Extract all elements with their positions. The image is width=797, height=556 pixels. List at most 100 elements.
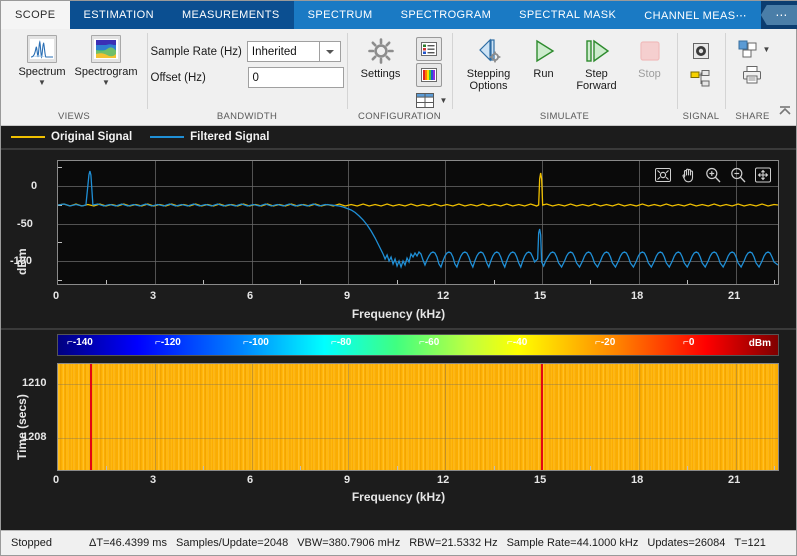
ticklet [687, 466, 688, 470]
pan-hand-icon[interactable] [677, 165, 699, 185]
cursor-measure-icon[interactable] [652, 165, 674, 185]
settings-button[interactable]: Settings [352, 34, 410, 80]
plot-legend: Original Signal Filtered Signal [1, 126, 796, 148]
print-icon[interactable] [739, 64, 765, 86]
colorbar-tick-7: ⌐0 [683, 337, 694, 348]
zoom-out-icon[interactable] [727, 165, 749, 185]
ribbon-group-views: Spectrum ▼ [1, 29, 147, 125]
spectrum-xlabel: Frequency (kHz) [1, 307, 796, 321]
layout-grid-icon[interactable] [412, 89, 438, 111]
spectrogram-colorbar[interactable]: ⌐-140 ⌐-120 ⌐-100 ⌐-80 ⌐-60 ⌐-40 ⌐-20 ⌐0… [57, 334, 779, 358]
zoom-in-icon[interactable] [702, 165, 724, 185]
signal-selector-icon[interactable] [688, 40, 714, 62]
tab-spectral-mask[interactable]: SPECTRAL MASK [505, 1, 630, 29]
legend-item-original[interactable]: Original Signal [11, 131, 132, 143]
ribbon-group-signal: SIGNAL [677, 29, 725, 125]
tab-group-primary: SCOPE ESTIMATION MEASUREMENTS [1, 1, 294, 29]
colorbar-tick-6: ⌐-20 [595, 337, 615, 348]
sample-rate-input[interactable]: Inherited [247, 41, 319, 62]
colorbar-tick-0: ⌐-140 [67, 337, 93, 348]
ticklet [397, 466, 398, 470]
tab-label: CHANNEL MEAS⋯ [644, 9, 747, 22]
ribbon-group-bandwidth: Sample Rate (Hz) Inherited Offset (Hz) 0… [147, 29, 347, 125]
stop-button[interactable]: Stop [628, 34, 672, 80]
plot-zoom-toolbar [652, 165, 774, 185]
offset-input[interactable]: 0 [248, 67, 344, 88]
spectrum-ytick-1: -50 [17, 218, 33, 230]
spectrum-axes[interactable] [57, 160, 779, 285]
spectrogram-xtick-4: 12 [437, 474, 449, 486]
sample-rate-label: Sample Rate (Hz) [151, 46, 242, 58]
tab-measurements[interactable]: MEASUREMENTS [168, 1, 294, 29]
status-bar: Stopped ΔT=46.4399 ms Samples/Update=204… [1, 530, 796, 555]
step-forward-label: StepForward [576, 68, 616, 92]
status-metrics: ΔT=46.4399 ms Samples/Update=2048 VBW=38… [89, 537, 766, 549]
scope-display-area: Original Signal Filtered Signal dBm 0 -5… [1, 126, 796, 530]
spectrogram-xtick-7: 21 [728, 474, 740, 486]
status-metric-dt: ΔT=46.4399 ms [89, 537, 167, 549]
views-spectrum-button[interactable]: Spectrum ▼ [11, 32, 73, 87]
tab-label: SPECTRAL MASK [519, 9, 616, 21]
ribbon-group-views-label: VIEWS [58, 111, 90, 125]
chevron-down-icon[interactable] [319, 41, 341, 62]
spectrogram-xtick-5: 15 [534, 474, 546, 486]
tab-overflow-button[interactable]: ⋯ [761, 1, 797, 29]
ticklet [590, 466, 591, 470]
spectrogram-icon [88, 34, 124, 64]
legend-item-filtered[interactable]: Filtered Signal [150, 131, 269, 143]
signal-routing-icon[interactable] [688, 68, 714, 90]
settings-label: Settings [361, 68, 401, 80]
gridline [639, 364, 640, 470]
spectrum-analyzer-window: SCOPE ESTIMATION MEASUREMENTS SPECTRUM S… [0, 0, 797, 556]
chevron-down-icon[interactable]: ▼ [102, 79, 110, 87]
tab-spectrogram[interactable]: SPECTROGRAM [387, 1, 506, 29]
status-metric-sample-rate: Sample Rate=44.1000 kHz [507, 537, 639, 549]
fit-to-view-icon[interactable] [752, 165, 774, 185]
collapse-ribbon-icon[interactable] [778, 104, 792, 121]
run-button[interactable]: Run [522, 34, 566, 80]
gridline [736, 364, 737, 470]
tab-label: MEASUREMENTS [182, 9, 280, 21]
views-spectrogram-label: Spectrogram [75, 66, 138, 78]
spectrum-xtick-2: 6 [247, 290, 253, 302]
gridline [58, 438, 778, 439]
chevron-down-icon[interactable]: ▼ [440, 96, 448, 105]
axes-properties-icon[interactable] [416, 37, 442, 61]
status-state: Stopped [1, 537, 89, 549]
ribbon-group-simulate: SteppingOptions Run [452, 29, 677, 125]
status-metric-rbw: RBW=21.5332 Hz [409, 537, 497, 549]
spectrum-plot: dBm 0 -50 -100 [1, 150, 796, 328]
ribbon-group-share: ▼ SHARE [725, 29, 780, 125]
spectrogram-xtick-1: 3 [150, 474, 156, 486]
tab-channel-measurements[interactable]: CHANNEL MEAS⋯ [630, 1, 761, 29]
ribbon-group-signal-label: SIGNAL [683, 111, 720, 125]
chevron-down-icon[interactable]: ▼ [38, 79, 46, 87]
tab-label: SCOPE [15, 9, 56, 21]
legend-swatch-filtered [150, 136, 184, 138]
ticklet [203, 466, 204, 470]
tab-label: SPECTRUM [308, 9, 373, 21]
spectrogram-axes[interactable] [57, 363, 779, 471]
tab-overflow-label: ⋯ [761, 5, 797, 25]
colormap-icon[interactable] [416, 63, 442, 87]
ticklet [774, 466, 775, 470]
spectrogram-xtick-2: 6 [247, 474, 253, 486]
tab-estimation[interactable]: ESTIMATION [70, 1, 168, 29]
spectrogram-ylabel: Time (secs) [15, 394, 29, 460]
spectrum-xtick-1: 3 [150, 290, 156, 302]
tab-scope[interactable]: SCOPE [1, 1, 70, 29]
gridline [58, 384, 778, 385]
share-generate-icon[interactable] [735, 38, 761, 60]
offset-label: Offset (Hz) [151, 72, 243, 84]
sample-rate-combo[interactable]: Inherited [247, 41, 341, 62]
chevron-down-icon[interactable]: ▼ [763, 45, 771, 54]
tab-spectrum[interactable]: SPECTRUM [294, 1, 387, 29]
ribbon-tab-bar: SCOPE ESTIMATION MEASUREMENTS SPECTRUM S… [1, 1, 796, 29]
spectrum-ytick-0: 0 [31, 180, 37, 192]
stepping-options-button[interactable]: SteppingOptions [458, 34, 520, 92]
spectrum-xtick-5: 15 [534, 290, 546, 302]
spectrogram-plot: ⌐-140 ⌐-120 ⌐-100 ⌐-80 ⌐-60 ⌐-40 ⌐-20 ⌐0… [1, 330, 796, 505]
ribbon-group-configuration-label: CONFIGURATION [358, 111, 441, 125]
step-forward-button[interactable]: StepForward [568, 34, 626, 92]
views-spectrogram-button[interactable]: Spectrogram ▼ [75, 32, 137, 87]
